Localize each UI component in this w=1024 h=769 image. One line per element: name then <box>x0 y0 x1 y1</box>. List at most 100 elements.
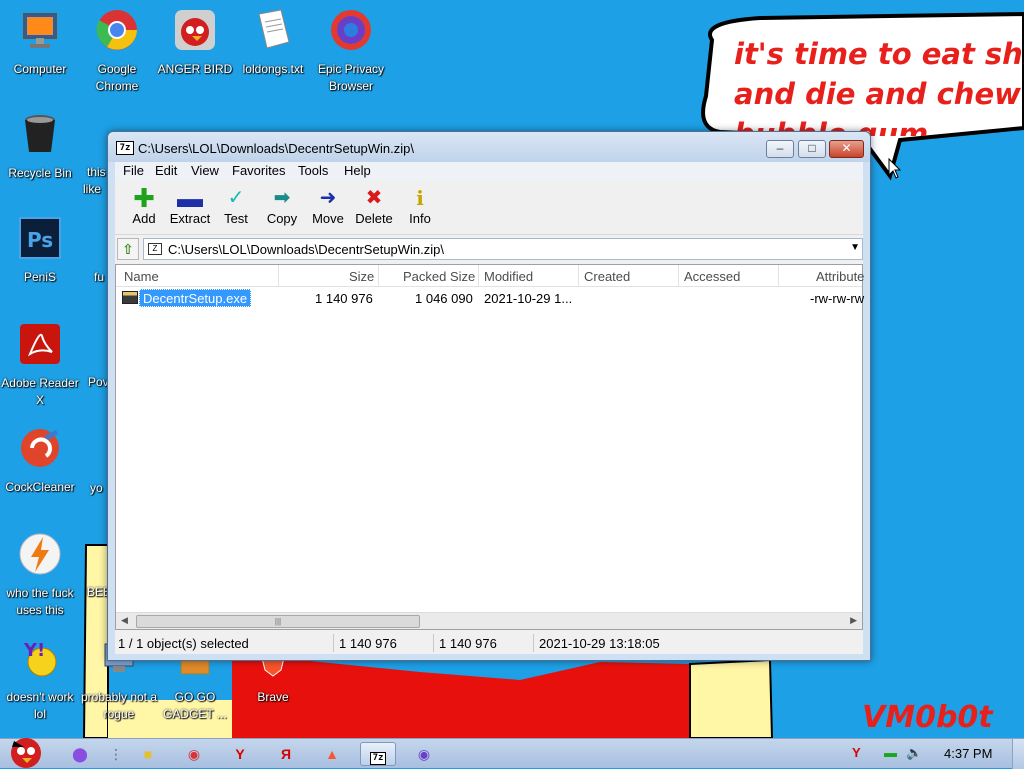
taskbar-grip-icon[interactable]: ⋮ <box>98 742 134 766</box>
menu-view[interactable]: View <box>191 163 219 178</box>
wallpaper-signature: VM0b0t <box>862 700 993 735</box>
epic-browser-icon <box>331 10 371 50</box>
menu-edit[interactable]: Edit <box>155 163 177 178</box>
taskbar-sevenzip-button[interactable]: 7z <box>360 742 396 766</box>
menu-file[interactable]: File <box>123 163 144 178</box>
column-size[interactable]: Size <box>349 269 374 284</box>
sevenzip-app-icon[interactable]: 7z <box>116 141 134 155</box>
taskbar-yandex-icon[interactable]: Я <box>268 742 304 766</box>
status-selection: 1 / 1 object(s) selected <box>118 636 249 651</box>
column-divider[interactable] <box>378 265 379 287</box>
desktop-icon-label: probably not a rogue <box>80 690 158 721</box>
column-created[interactable]: Created <box>584 269 630 284</box>
plus-icon: ✚ <box>133 183 155 213</box>
desktop-icon-loldongs-txt[interactable]: loldongs.txt <box>233 8 313 78</box>
taskbar-clock[interactable]: 4:37 PM <box>944 746 992 761</box>
column-attributes[interactable]: Attribute <box>816 269 864 284</box>
column-divider[interactable] <box>578 265 579 287</box>
tray-volume-icon[interactable]: 🔈 <box>906 745 922 761</box>
mouse-cursor-icon <box>888 158 902 179</box>
chevron-down-icon[interactable]: ▼ <box>850 242 860 253</box>
desktop-icon-who-the-fuck-uses-this[interactable]: who the fuck uses this <box>0 532 80 619</box>
desktop-icon-penis[interactable]: Ps PeniS <box>0 216 80 286</box>
scroll-right-icon[interactable]: ▶ <box>850 615 857 626</box>
desktop-icon-doesnt-work-lol[interactable]: Y! doesn't work lol <box>0 636 80 723</box>
column-name[interactable]: Name <box>124 269 159 284</box>
title-bar[interactable]: 7z C:\Users\LOL\Downloads\DecentrSetupWi… <box>108 132 870 162</box>
copy-label: Copy <box>266 211 298 226</box>
minimize-button[interactable]: – <box>766 140 794 158</box>
taskbar-explorer-icon[interactable]: ■ <box>130 742 166 766</box>
extract-button[interactable]: ▬ Extract <box>165 185 215 226</box>
column-divider[interactable] <box>778 265 779 287</box>
folder-up-icon: ⇧ <box>122 241 134 257</box>
desktop-icon-label: Recycle Bin <box>8 166 72 180</box>
status-packed: 1 140 976 <box>439 636 497 651</box>
maximize-button[interactable]: □ <box>798 140 826 158</box>
desktop-icon-label: loldongs.txt <box>242 62 304 76</box>
recycle-bin-icon <box>25 115 55 152</box>
scrollbar-thumb[interactable]: ||| <box>136 615 420 628</box>
file-row[interactable]: DecentrSetup.exe 1 140 976 1 046 090 202… <box>116 288 864 308</box>
taskbar-purple-app-icon[interactable]: ⬤ <box>62 742 98 766</box>
horizontal-scrollbar[interactable]: ◀ ||| ▶ <box>116 612 862 629</box>
column-divider[interactable] <box>678 265 679 287</box>
address-field[interactable]: Z C:\Users\LOL\Downloads\DecentrSetupWin… <box>143 238 863 260</box>
desktop-icon-computer[interactable]: Computer <box>0 8 80 78</box>
test-button[interactable]: ✓ Test <box>211 185 261 226</box>
column-divider[interactable] <box>478 265 479 287</box>
file-size: 1 140 976 <box>315 291 373 306</box>
status-divider <box>533 634 534 652</box>
add-button[interactable]: ✚ Add <box>119 185 169 226</box>
angry-bird-icon <box>175 10 215 50</box>
info-label: Info <box>409 211 431 226</box>
speech-line-2: and die and chew <box>734 77 1021 111</box>
desktop-icon-adobe-reader-x[interactable]: Adobe Reader X <box>0 322 80 409</box>
taskbar-brave-icon[interactable]: ▲ <box>314 742 350 766</box>
tray-network-icon[interactable]: ▬ <box>884 745 897 760</box>
scroll-left-icon[interactable]: ◀ <box>121 615 128 626</box>
info-button[interactable]: i Info <box>395 185 445 226</box>
computer-icon <box>23 13 57 48</box>
menu-favorites[interactable]: Favorites <box>232 163 285 178</box>
desktop-icon-recycle-bin[interactable]: Recycle Bin <box>0 112 80 182</box>
taskbar-chrome-icon[interactable]: ◉ <box>176 742 212 766</box>
delete-button[interactable]: ✖ Delete <box>349 185 399 226</box>
column-packed-size[interactable]: Packed Size <box>403 269 475 284</box>
menu-help[interactable]: Help <box>344 163 371 178</box>
show-desktop-button[interactable] <box>1012 739 1024 769</box>
copy-button[interactable]: ➡ Copy <box>257 185 307 226</box>
test-label: Test <box>224 211 248 226</box>
file-list[interactable]: Name Size Packed Size Modified Created A… <box>115 264 864 630</box>
taskbar-yandex-browser-icon[interactable]: Y <box>222 742 258 766</box>
column-accessed[interactable]: Accessed <box>684 269 740 284</box>
partial-icon-label: Pov <box>88 375 109 389</box>
file-packed-size: 1 046 090 <box>415 291 473 306</box>
column-divider[interactable] <box>278 265 279 287</box>
sevenzip-taskbar-icon: 7z <box>369 752 387 765</box>
desktop-icon-label: PeniS <box>23 270 57 284</box>
desktop-icon-anger-bird[interactable]: ANGER BIRD <box>155 8 235 78</box>
desktop-icon-google-chrome[interactable]: Google Chrome <box>77 8 157 95</box>
start-button-angry-bird-icon[interactable] <box>2 731 50 769</box>
avast-lightning-icon <box>19 533 61 575</box>
speech-bubble-text: it's time to eat shit and die and chew b… <box>734 34 1024 136</box>
desktop-icon-label: ANGER BIRD <box>157 62 233 76</box>
folder-up-button[interactable]: ⇧ <box>117 238 139 260</box>
tray-yandex-icon[interactable]: Y <box>852 745 861 760</box>
sevenzip-window[interactable]: 7z C:\Users\LOL\Downloads\DecentrSetupWi… <box>107 131 871 661</box>
desktop-icon-cockcleaner[interactable]: CockCleaner <box>0 426 80 496</box>
delete-label: Delete <box>355 211 393 226</box>
address-path: C:\Users\LOL\Downloads\DecentrSetupWin.z… <box>168 242 445 257</box>
desktop-icon-label: Google Chrome <box>95 62 139 93</box>
status-size: 1 140 976 <box>339 636 397 651</box>
adobe-reader-icon <box>20 324 60 364</box>
x-icon: ✖ <box>365 187 383 209</box>
column-modified[interactable]: Modified <box>484 269 533 284</box>
menu-tools[interactable]: Tools <box>298 163 328 178</box>
move-button[interactable]: ➜ Move <box>303 185 353 226</box>
close-button[interactable]: ✕ <box>829 140 864 158</box>
taskbar-epic-browser-icon[interactable]: ◉ <box>406 742 442 766</box>
desktop-icon-epic-privacy-browser[interactable]: Epic Privacy Browser <box>311 8 391 95</box>
file-name[interactable]: DecentrSetup.exe <box>139 289 252 307</box>
